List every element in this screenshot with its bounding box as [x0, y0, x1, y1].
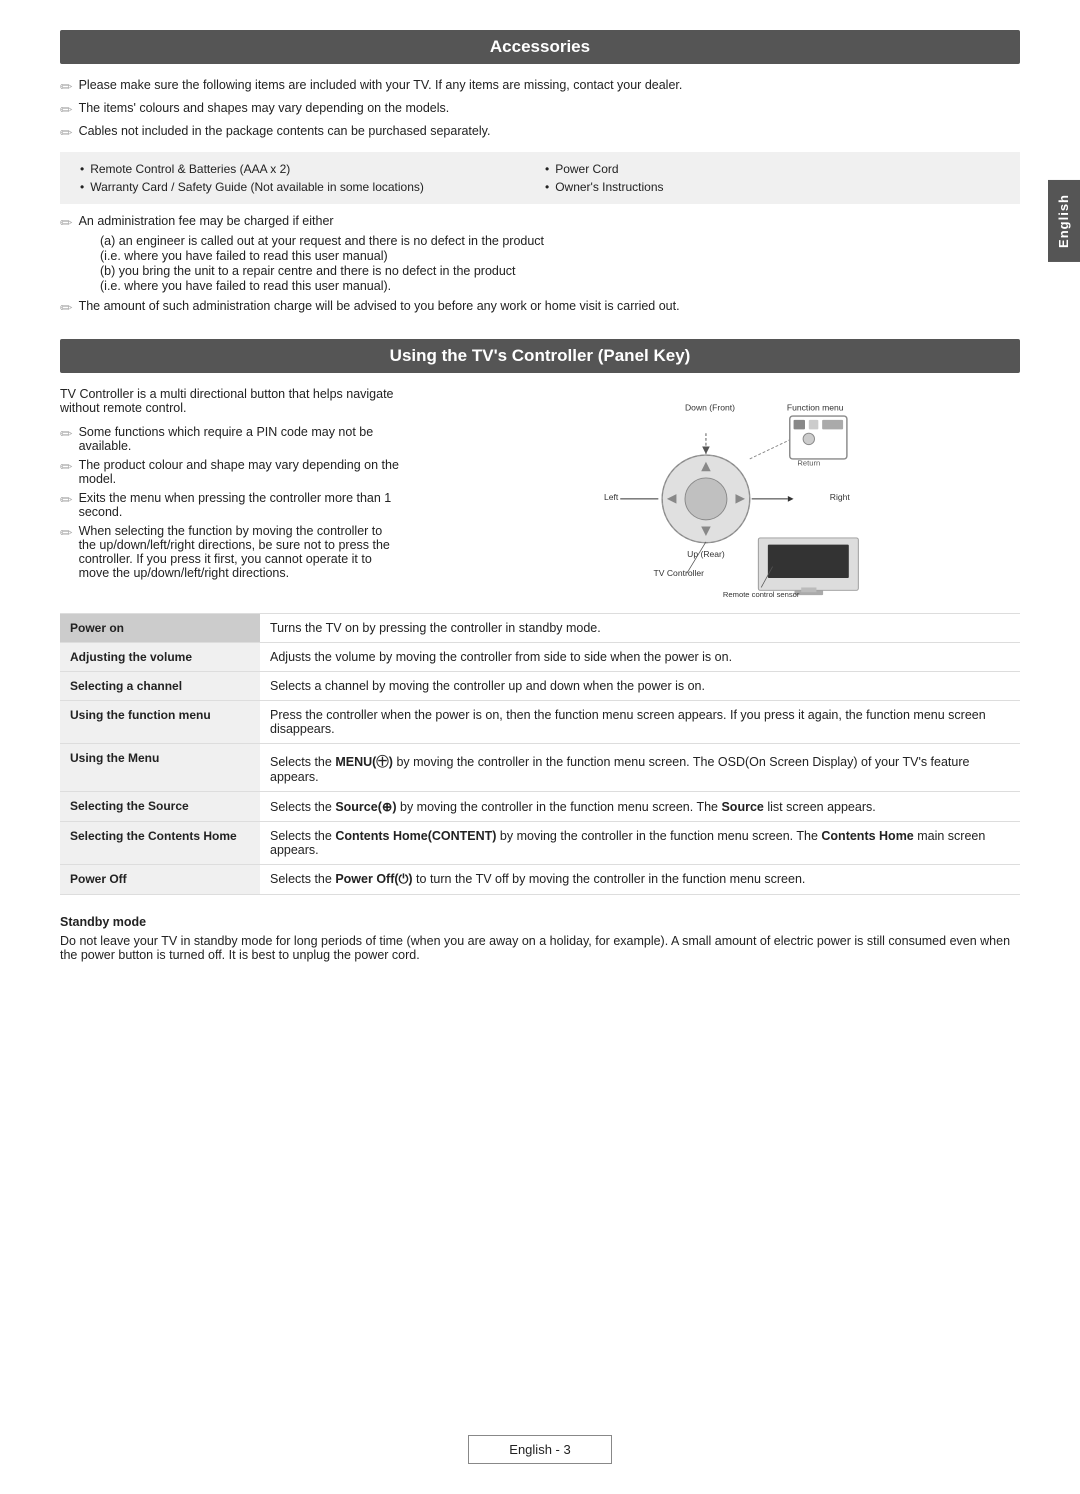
note-icon-admin: ✏ [60, 214, 73, 232]
feature-desc-power-on: Turns the TV on by pressing the controll… [260, 614, 1020, 643]
feature-label-source: Selecting the Source [60, 792, 260, 822]
admin-note: ✏ An administration fee may be charged i… [60, 214, 1020, 317]
feature-label-function-menu: Using the function menu [60, 701, 260, 744]
feature-desc-source: Selects the Source(⊕) by moving the cont… [260, 792, 1020, 822]
note-icon-3: ✏ [60, 124, 73, 142]
standby-text: Do not leave your TV in standby mode for… [60, 934, 1020, 962]
menu-icon-2 [809, 420, 819, 430]
table-row-channel: Selecting a channel Selects a channel by… [60, 672, 1020, 701]
panel-note-3: ✏ Exits the menu when pressing the contr… [60, 491, 400, 519]
right-label: Right [830, 492, 851, 502]
accessories-bullets: Remote Control & Batteries (AAA x 2) Pow… [60, 152, 1020, 204]
standby-title: Standby mode [60, 915, 1020, 929]
menu-icon-1 [794, 420, 805, 430]
accessories-section: Accessories ✏ Please make sure the follo… [60, 30, 1020, 317]
feature-desc-contents-home: Selects the Contents Home(CONTENT) by mo… [260, 822, 1020, 865]
panel-note-icon-2: ✏ [60, 458, 73, 476]
down-front-arrowhead [702, 447, 710, 455]
left-label: Left [604, 492, 619, 502]
feature-label-channel: Selecting a channel [60, 672, 260, 701]
standby-section: Standby mode Do not leave your TV in sta… [60, 915, 1020, 962]
panel-note-icon-4: ✏ [60, 524, 73, 542]
table-row-power-off: Power Off Selects the Power Off(⏻) to tu… [60, 865, 1020, 895]
diagram-svg: Down (Front) Function menu Return [565, 397, 885, 597]
tv-diagram: Down (Front) Function menu Return [565, 397, 885, 597]
feature-label-power-on: Power on [60, 614, 260, 643]
return-label: Return [797, 459, 820, 468]
controller-inner [685, 478, 727, 520]
panel-note-4: ✏ When selecting the function by moving … [60, 524, 400, 580]
feature-label-contents-home: Selecting the Contents Home [60, 822, 260, 865]
feature-desc-menu: Selects the MENU(㊉) by moving the contro… [260, 744, 1020, 792]
table-row-contents-home: Selecting the Contents Home Selects the … [60, 822, 1020, 865]
menu-circle [803, 433, 814, 444]
footer-badge: English - 3 [468, 1435, 611, 1464]
page-wrapper: English Accessories ✏ Please make sure t… [0, 0, 1080, 1494]
feature-label-power-off: Power Off [60, 865, 260, 895]
right-arrowhead [788, 496, 794, 502]
tv-screen [768, 545, 849, 578]
panel-note-icon-3: ✏ [60, 491, 73, 509]
accessories-header: Accessories [60, 30, 1020, 64]
bullet-remote: Remote Control & Batteries (AAA x 2) [80, 162, 535, 176]
panel-note-1: ✏ Some functions which require a PIN cod… [60, 425, 400, 453]
down-front-label: Down (Front) [685, 402, 735, 412]
panel-description: TV Controller is a multi directional but… [60, 387, 400, 415]
bullet-power-cord: Power Cord [545, 162, 1000, 176]
bullet-owners: Owner's Instructions [545, 180, 1000, 194]
panel-key-header: Using the TV's Controller (Panel Key) [60, 339, 1020, 373]
feature-label-menu: Using the Menu [60, 744, 260, 792]
panel-content: TV Controller is a multi directional but… [60, 387, 1020, 597]
function-menu-label: Function menu [787, 402, 844, 412]
menu-icon-3 [822, 420, 843, 430]
table-row-function-menu: Using the function menu Press the contro… [60, 701, 1020, 744]
panel-left: TV Controller is a multi directional but… [60, 387, 400, 597]
panel-key-section: Using the TV's Controller (Panel Key) TV… [60, 339, 1020, 962]
feature-desc-channel: Selects a channel by moving the controll… [260, 672, 1020, 701]
function-menu-line [750, 440, 790, 459]
admin-indent-lines: (a) an engineer is called out at your re… [100, 234, 1020, 293]
tv-controller-label: TV Controller [654, 568, 705, 578]
footer: English - 3 [0, 1435, 1080, 1464]
feature-desc-volume: Adjusts the volume by moving the control… [260, 643, 1020, 672]
accessories-note-1: ✏ Please make sure the following items a… [60, 78, 1020, 96]
table-row-menu: Using the Menu Selects the MENU(㊉) by mo… [60, 744, 1020, 792]
panel-right: Down (Front) Function menu Return [430, 387, 1020, 597]
note-icon-amount: ✏ [60, 299, 73, 317]
accessories-note-2: ✏ The items' colours and shapes may vary… [60, 101, 1020, 119]
panel-note-icon-1: ✏ [60, 425, 73, 443]
feature-desc-function-menu: Press the controller when the power is o… [260, 701, 1020, 744]
panel-note-2: ✏ The product colour and shape may vary … [60, 458, 400, 486]
table-row-source: Selecting the Source Selects the Source(… [60, 792, 1020, 822]
accessories-note-3: ✏ Cables not included in the package con… [60, 124, 1020, 142]
remote-sensor-label: Remote control sensor [723, 590, 800, 597]
table-row-volume: Adjusting the volume Adjusts the volume … [60, 643, 1020, 672]
up-rear-label: Up (Rear) [687, 549, 725, 559]
note-icon-1: ✏ [60, 78, 73, 96]
tv-neck [801, 587, 816, 592]
side-tab: English [1048, 180, 1080, 262]
table-row-power-on: Power on Turns the TV on by pressing the… [60, 614, 1020, 643]
note-icon-2: ✏ [60, 101, 73, 119]
bullet-warranty: Warranty Card / Safety Guide (Not availa… [80, 180, 535, 194]
feature-desc-power-off: Selects the Power Off(⏻) to turn the TV … [260, 865, 1020, 895]
feature-table: Power on Turns the TV on by pressing the… [60, 613, 1020, 895]
feature-label-volume: Adjusting the volume [60, 643, 260, 672]
